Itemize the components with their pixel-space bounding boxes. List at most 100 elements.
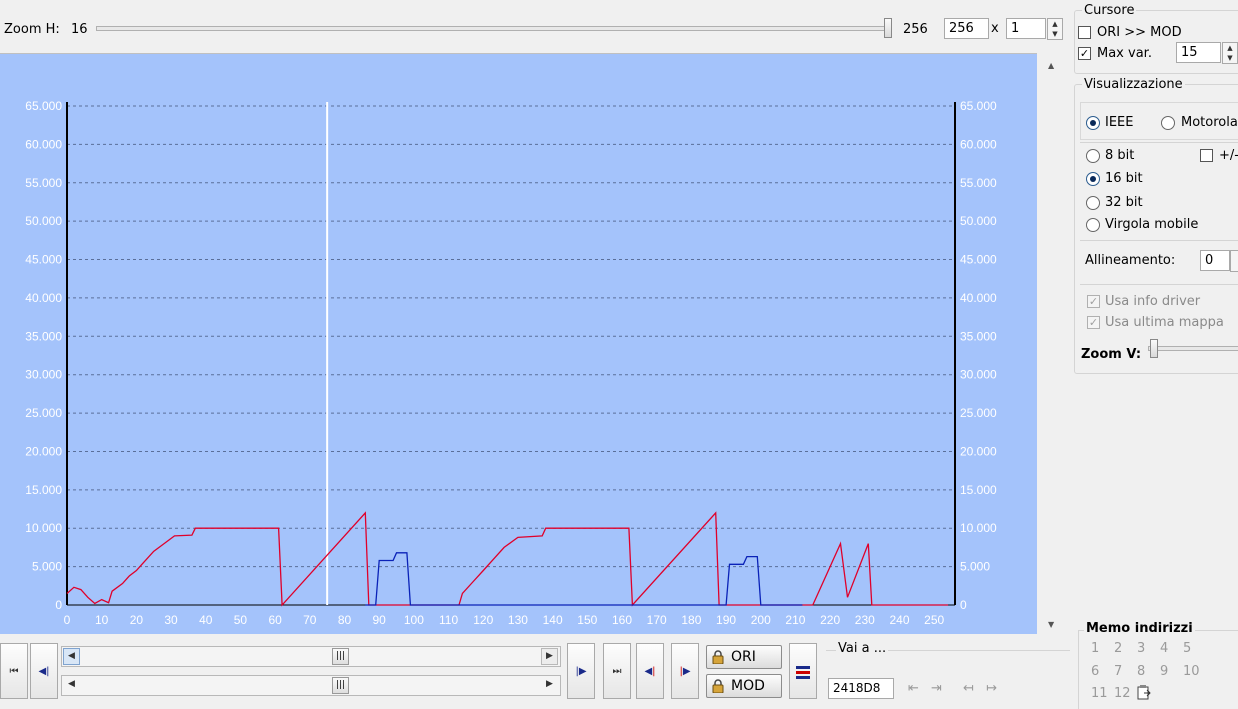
max-var-spinner[interactable]: ▲ ▼ — [1222, 42, 1238, 64]
use-last-map-checkbox[interactable]: ✓ — [1087, 316, 1100, 329]
motorola-radio[interactable] — [1161, 116, 1175, 130]
x-tick-label: 210 — [785, 613, 805, 627]
spin-down-icon[interactable] — [1231, 261, 1238, 271]
memo-slot-4[interactable]: 4 — [1160, 641, 1168, 656]
16-bit-label: 16 bit — [1105, 171, 1143, 186]
next-diff-button[interactable]: |▶ — [671, 643, 699, 699]
x-tick-label: 180 — [681, 613, 701, 627]
chart-vertical-scrollbar[interactable]: ▲ ▼ — [1041, 55, 1065, 633]
multiplier-input[interactable]: 1 — [1006, 18, 1046, 39]
first-page-button[interactable]: ⏮ — [0, 643, 28, 699]
x-tick-label: 60 — [268, 613, 282, 627]
8-bit-radio[interactable] — [1086, 149, 1100, 163]
prev-diff-button[interactable]: ◀| — [636, 643, 664, 699]
y-tick-label-right: 25.000 — [960, 406, 997, 420]
memo-slot-11[interactable]: 11 — [1091, 686, 1108, 701]
spin-down-icon[interactable]: ▼ — [1048, 29, 1062, 39]
compare-map-button[interactable] — [789, 643, 817, 699]
y-tick-label-left: 10.000 — [25, 521, 62, 535]
memo-back-icon[interactable]: ↤ — [963, 681, 974, 696]
times-sign: x — [991, 21, 999, 36]
memo-slot-5[interactable]: 5 — [1183, 641, 1191, 656]
use-driver-label: Usa info driver — [1105, 294, 1201, 309]
memo-forward-icon[interactable]: ↦ — [986, 681, 997, 696]
alignment-input[interactable]: 0 — [1200, 250, 1230, 271]
spin-up-icon[interactable]: ▲ — [1223, 43, 1237, 53]
top-toolbar: Zoom H: 16 256 256 x 1 ▲ ▼ — [0, 0, 1072, 50]
scroll-thumb[interactable]: ||| — [332, 648, 349, 665]
ori-mod-checkbox[interactable] — [1078, 26, 1091, 39]
memo-slot-8[interactable]: 8 — [1137, 664, 1145, 679]
prev-step-button[interactable]: ◀| — [30, 643, 58, 699]
y-tick-label-left: 50.000 — [25, 214, 62, 228]
zoom-v-slider-thumb[interactable] — [1150, 339, 1158, 358]
y-tick-label-right: 40.000 — [960, 291, 997, 305]
scroll-right-icon[interactable]: ▶ — [541, 648, 558, 665]
ori-horizontal-scrollbar[interactable]: ◀ ||| ▶ — [61, 646, 561, 667]
zoom-v-slider-track — [1148, 346, 1238, 351]
ieee-radio[interactable] — [1086, 116, 1100, 130]
y-tick-label-right: 30.000 — [960, 368, 997, 382]
lock-icon — [712, 650, 724, 664]
compare-map-icon — [796, 666, 810, 679]
ori-button[interactable]: ORI — [706, 645, 782, 669]
address-input[interactable]: 2418D8 — [828, 678, 894, 699]
memo-slot-3[interactable]: 3 — [1137, 641, 1145, 656]
scroll-left-icon[interactable]: ◀ — [63, 677, 80, 694]
ieee-label: IEEE — [1105, 115, 1134, 130]
zoom-v-slider[interactable] — [1148, 339, 1238, 358]
memo-slot-6[interactable]: 6 — [1091, 664, 1099, 679]
next-diff-icon: |▶ — [679, 666, 691, 677]
16-bit-radio[interactable] — [1086, 172, 1100, 186]
max-var-input[interactable]: 15 — [1176, 42, 1221, 63]
x-tick-label: 220 — [820, 613, 840, 627]
visual-divider-3 — [1080, 284, 1238, 285]
y-tick-label-right: 55.000 — [960, 176, 997, 190]
chart-area: 0 0 5.000 5.000 10.000 10.000 15.000 15.000 20.0… — [0, 53, 1037, 634]
32-bit-radio[interactable] — [1086, 196, 1100, 210]
lock-icon — [712, 679, 724, 693]
scroll-thumb[interactable]: ||| — [332, 677, 349, 694]
spin-up-icon[interactable]: ▲ — [1048, 19, 1062, 29]
scroll-down-icon[interactable]: ▼ — [1048, 620, 1054, 629]
indent-left-icon[interactable]: ⇤ — [908, 681, 919, 696]
scroll-up-icon[interactable]: ▲ — [1048, 61, 1054, 70]
scroll-left-icon[interactable]: ◀ — [63, 648, 80, 665]
zoom-h-slider-thumb[interactable] — [884, 18, 892, 38]
memo-slot-2[interactable]: 2 — [1114, 641, 1122, 656]
skip-end-icon: ⏭ — [612, 666, 622, 677]
memo-slot-12[interactable]: 12 — [1114, 686, 1131, 701]
32-bit-label: 32 bit — [1105, 195, 1143, 210]
y-tick-label-left: 5.000 — [32, 560, 62, 574]
memo-paste-icon[interactable] — [1136, 684, 1152, 700]
mod-button[interactable]: MOD — [706, 674, 782, 698]
memo-slot-7[interactable]: 7 — [1114, 664, 1122, 679]
multiplier-spinner[interactable]: ▲ ▼ — [1047, 18, 1063, 40]
x-tick-label: 0 — [64, 613, 71, 627]
memo-slot-9[interactable]: 9 — [1160, 664, 1168, 679]
memo-slot-1[interactable]: 1 — [1091, 641, 1099, 656]
zoom-h-label: Zoom H: — [4, 22, 60, 37]
indent-right-icon[interactable]: ⇥ — [931, 681, 942, 696]
y-tick-label-left: 0 — [55, 598, 62, 612]
scroll-right-icon[interactable]: ▶ — [541, 677, 558, 694]
x-tick-label: 140 — [543, 613, 563, 627]
signed-checkbox[interactable] — [1200, 149, 1213, 162]
next-step-button[interactable]: |▶ — [567, 643, 595, 699]
zoom-h-slider-track — [96, 26, 892, 31]
y-tick-label-left: 40.000 — [25, 291, 62, 305]
zoom-h-slider[interactable] — [96, 18, 892, 38]
visual-divider-1 — [1080, 142, 1238, 143]
floating-point-radio[interactable] — [1086, 218, 1100, 232]
visual-group-title: Visualizzazione — [1082, 77, 1185, 92]
y-tick-label-right: 50.000 — [960, 214, 997, 228]
mod-horizontal-scrollbar[interactable]: ◀ ||| ▶ — [61, 675, 561, 696]
alignment-spinner[interactable] — [1230, 250, 1238, 272]
last-page-button[interactable]: ⏭ — [603, 643, 631, 699]
spin-up-icon[interactable] — [1231, 251, 1238, 261]
max-var-checkbox[interactable]: ✓ — [1078, 47, 1091, 60]
memo-slot-10[interactable]: 10 — [1183, 664, 1200, 679]
zoom-value-input[interactable]: 256 — [944, 18, 989, 39]
spin-down-icon[interactable]: ▼ — [1223, 53, 1237, 63]
use-driver-checkbox[interactable]: ✓ — [1087, 295, 1100, 308]
